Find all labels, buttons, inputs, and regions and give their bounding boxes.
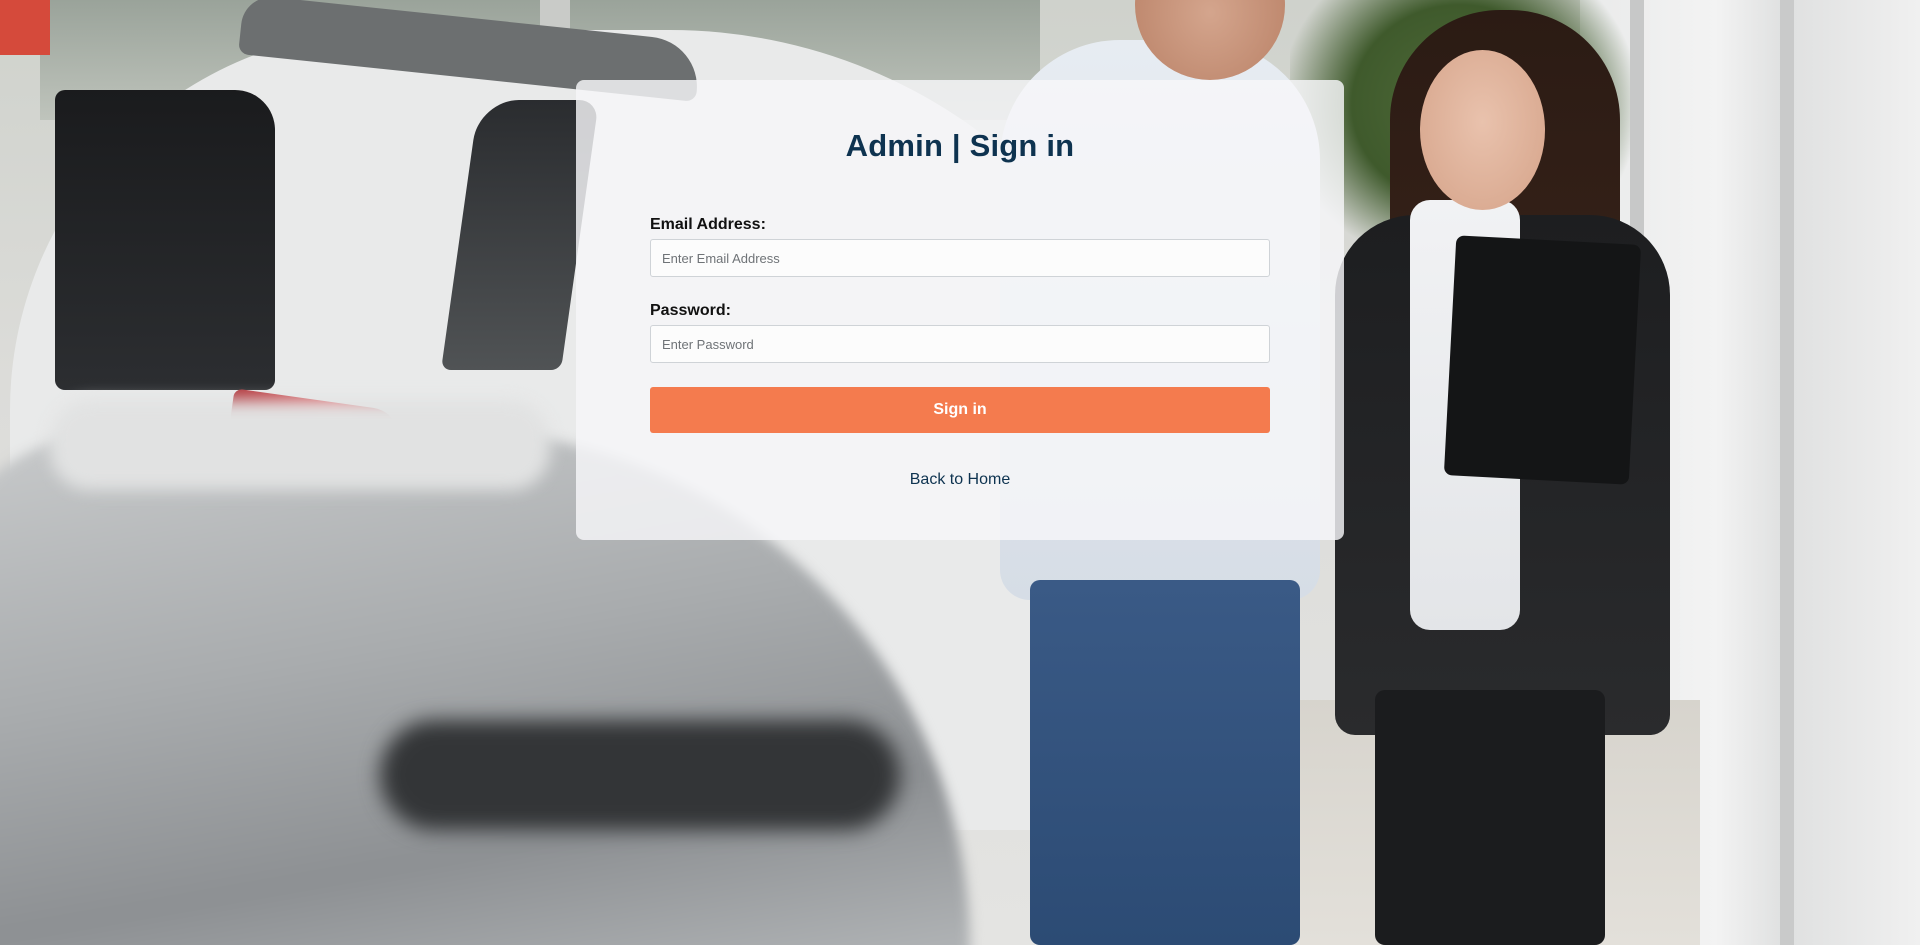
woman-face bbox=[1420, 50, 1545, 210]
suv-open-trunk bbox=[55, 90, 275, 390]
background-red-sign bbox=[0, 0, 50, 55]
page-title: Admin | Sign in bbox=[845, 128, 1075, 163]
login-page: Admin | Sign in Email Address: Password:… bbox=[0, 0, 1920, 945]
email-field[interactable] bbox=[650, 239, 1270, 277]
signin-card: Admin | Sign in Email Address: Password:… bbox=[576, 80, 1344, 540]
password-field[interactable] bbox=[650, 325, 1270, 363]
background-pillar bbox=[1780, 0, 1794, 945]
email-label: Email Address: bbox=[650, 216, 766, 233]
signin-button[interactable]: Sign in bbox=[650, 387, 1270, 433]
man-jeans bbox=[1030, 580, 1300, 945]
foreground-car-highlight bbox=[50, 400, 550, 490]
back-to-home-link[interactable]: Back to Home bbox=[576, 471, 1344, 489]
password-label: Password: bbox=[650, 302, 731, 319]
woman-folder bbox=[1443, 235, 1642, 485]
woman-pants bbox=[1375, 690, 1605, 945]
foreground-car-grille bbox=[380, 720, 900, 830]
